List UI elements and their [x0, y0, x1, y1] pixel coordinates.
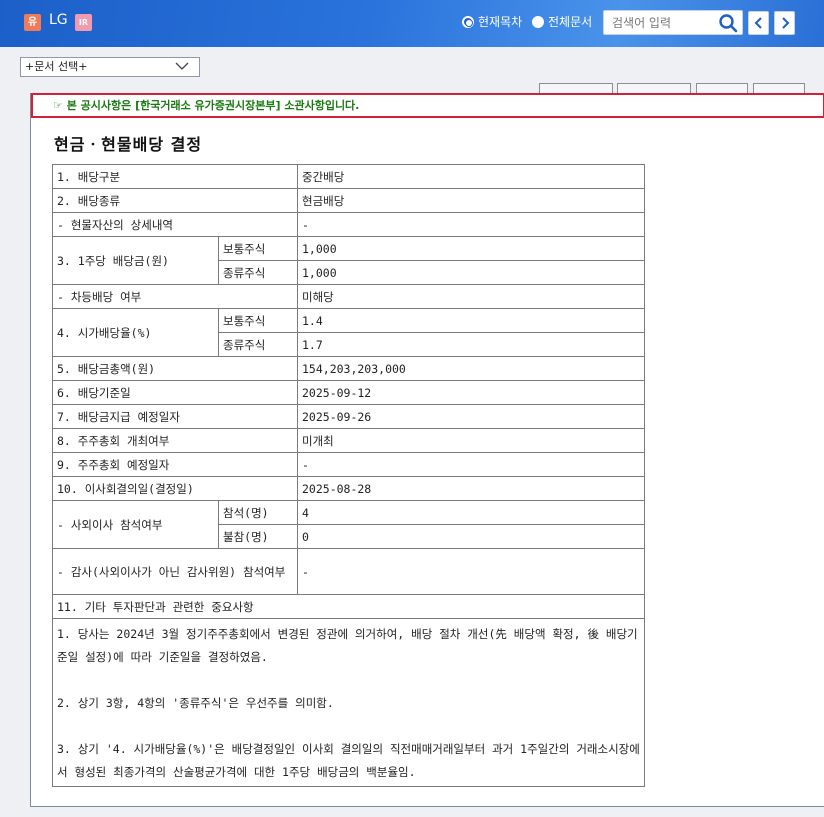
radio-whole-document[interactable]: 전체문서	[532, 13, 592, 30]
table-cell-label: - 감사(사외이사가 아닌 감사위원) 참석여부	[52, 548, 298, 595]
table-row: 7. 배당금지급 예정일자 2025-09-26	[52, 404, 645, 429]
dividend-table: 1. 배당구분 중간배당 2. 배당종류 현금배당 - 현물자산의 상세내역 -…	[52, 164, 645, 787]
document-select[interactable]: +문서 선택+	[20, 57, 200, 77]
table-cell-label: - 현물자산의 상세내역	[52, 212, 298, 237]
table-row: 6. 배당기준일 2025-09-12	[52, 380, 645, 405]
table-row: - 사외이사 참석여부 참석(명) 4	[52, 500, 645, 549]
table-row: - 현물자산의 상세내역 -	[52, 212, 645, 237]
toolbar-button-stub[interactable]	[696, 83, 748, 93]
radio-unchecked-icon[interactable]	[532, 15, 544, 28]
radio-current-label: 현재목차	[478, 15, 523, 29]
table-row: - 차등배당 여부 미해당	[52, 284, 645, 309]
table-cell-value: -	[297, 452, 645, 477]
market-badge: 유	[24, 14, 41, 31]
table-cell-label: 3. 1주당 배당금(원)	[52, 236, 219, 285]
table-row: 5. 배당금총액(원) 154,203,203,000	[52, 356, 645, 381]
toolbar-button-stub[interactable]	[539, 83, 613, 93]
table-cell-value: 미해당	[297, 284, 645, 309]
table-cell-value: 1.7	[297, 332, 645, 357]
document-select-value: +문서 선택+	[25, 60, 88, 73]
toolbar-button-stub[interactable]	[753, 83, 805, 93]
top-header: 유 LG IR 현재목차 전체문서	[0, 0, 824, 47]
chevron-down-icon	[175, 62, 189, 70]
search-icon[interactable]	[718, 13, 738, 33]
table-cell-value: 2025-09-26	[297, 404, 645, 429]
toolbar-button-stub[interactable]	[617, 83, 691, 93]
table-cell-value: 중간배당	[297, 164, 645, 189]
table-row: 8. 주주총회 개최여부 미개최	[52, 428, 645, 453]
table-cell-label: - 차등배당 여부	[52, 284, 298, 309]
document-viewer[interactable]: ☞ 본 공시사항은 [한국거래소 유가증권시장본부] 소관사항입니다. 현금ㆍ현…	[30, 93, 824, 807]
table-cell-sublabel: 종류주식	[218, 260, 298, 285]
table-row: - 감사(사외이사가 아닌 감사위원) 참석여부 -	[52, 548, 645, 595]
table-cell-label: 5. 배당금총액(원)	[52, 356, 298, 381]
table-cell-value: 2025-09-12	[297, 380, 645, 405]
ir-badge[interactable]: IR	[75, 14, 92, 31]
note-paragraph: 1. 당사는 2024년 3월 정기주주총회에서 변경된 정관에 의거하여, 배…	[57, 627, 638, 664]
search-box	[603, 10, 743, 35]
table-cell-value: 4	[297, 500, 645, 525]
table-row: 4. 시가배당율(%) 보통주식 1.4	[52, 308, 645, 357]
table-row: 10. 이사회결의일(결정일) 2025-08-28	[52, 476, 645, 501]
table-cell-sublabel: 종류주식	[218, 332, 298, 357]
table-cell-value: -	[297, 212, 645, 237]
note-paragraph: 2. 상기 3항, 4항의 '종류주식'은 우선주를 의미함.	[57, 696, 334, 710]
radio-checked-icon[interactable]	[462, 15, 474, 28]
table-cell-label: 4. 시가배당율(%)	[52, 308, 219, 357]
company-name[interactable]: LG	[49, 12, 68, 28]
table-cell-value: 0	[297, 524, 645, 549]
note-paragraph: 3. 상기 '4. 시가배당율(%)'은 배당결정일인 이사회 결의일의 직전매…	[57, 742, 640, 779]
radio-all-label: 전체문서	[548, 15, 593, 29]
table-row: 2. 배당종류 현금배당	[52, 188, 645, 213]
table-row: 1. 배당구분 중간배당	[52, 164, 645, 189]
table-cell-label: - 사외이사 참석여부	[52, 500, 219, 549]
table-row: 11. 기타 투자판단과 관련한 중요사항	[52, 594, 645, 619]
table-cell-label: 1. 배당구분	[52, 164, 298, 189]
table-row: 1. 당사는 2024년 3월 정기주주총회에서 변경된 정관에 의거하여, 배…	[52, 618, 645, 787]
table-cell-label: 7. 배당금지급 예정일자	[52, 404, 298, 429]
chevron-left-icon	[754, 17, 762, 29]
page-title: 현금ㆍ현물배당 결정	[54, 135, 203, 154]
jurisdiction-notice: ☞ 본 공시사항은 [한국거래소 유가증권시장본부] 소관사항입니다.	[31, 93, 824, 118]
next-button[interactable]	[774, 11, 795, 35]
table-cell-label: 2. 배당종류	[52, 188, 298, 213]
other-notes-cell: 1. 당사는 2024년 3월 정기주주총회에서 변경된 정관에 의거하여, 배…	[52, 618, 645, 787]
table-cell-label: 11. 기타 투자판단과 관련한 중요사항	[52, 594, 645, 619]
table-cell-value: 현금배당	[297, 188, 645, 213]
table-cell-label: 6. 배당기준일	[52, 380, 298, 405]
table-cell-sublabel: 보통주식	[218, 308, 298, 333]
table-cell-sublabel: 보통주식	[218, 236, 298, 261]
table-cell-value: -	[297, 548, 645, 595]
table-cell-sublabel: 불참(명)	[218, 524, 298, 549]
table-cell-label: 10. 이사회결의일(결정일)	[52, 476, 298, 501]
table-cell-value: 154,203,203,000	[297, 356, 645, 381]
table-cell-label: 9. 주주총회 예정일자	[52, 452, 298, 477]
table-cell-value: 1.4	[297, 308, 645, 333]
table-row: 3. 1주당 배당금(원) 보통주식 1,000	[52, 236, 645, 285]
table-row: 9. 주주총회 예정일자 -	[52, 452, 645, 477]
table-cell-value: 2025-08-28	[297, 476, 645, 501]
search-input[interactable]	[604, 11, 714, 34]
table-cell-value: 미개최	[297, 428, 645, 453]
table-cell-label: 8. 주주총회 개최여부	[52, 428, 298, 453]
table-cell-value: 1,000	[297, 236, 645, 261]
table-cell-sublabel: 참석(명)	[218, 500, 298, 525]
prev-button[interactable]	[748, 11, 769, 35]
table-cell-value: 1,000	[297, 260, 645, 285]
radio-current-toc[interactable]: 현재목차	[462, 13, 522, 30]
chevron-right-icon	[781, 17, 789, 29]
